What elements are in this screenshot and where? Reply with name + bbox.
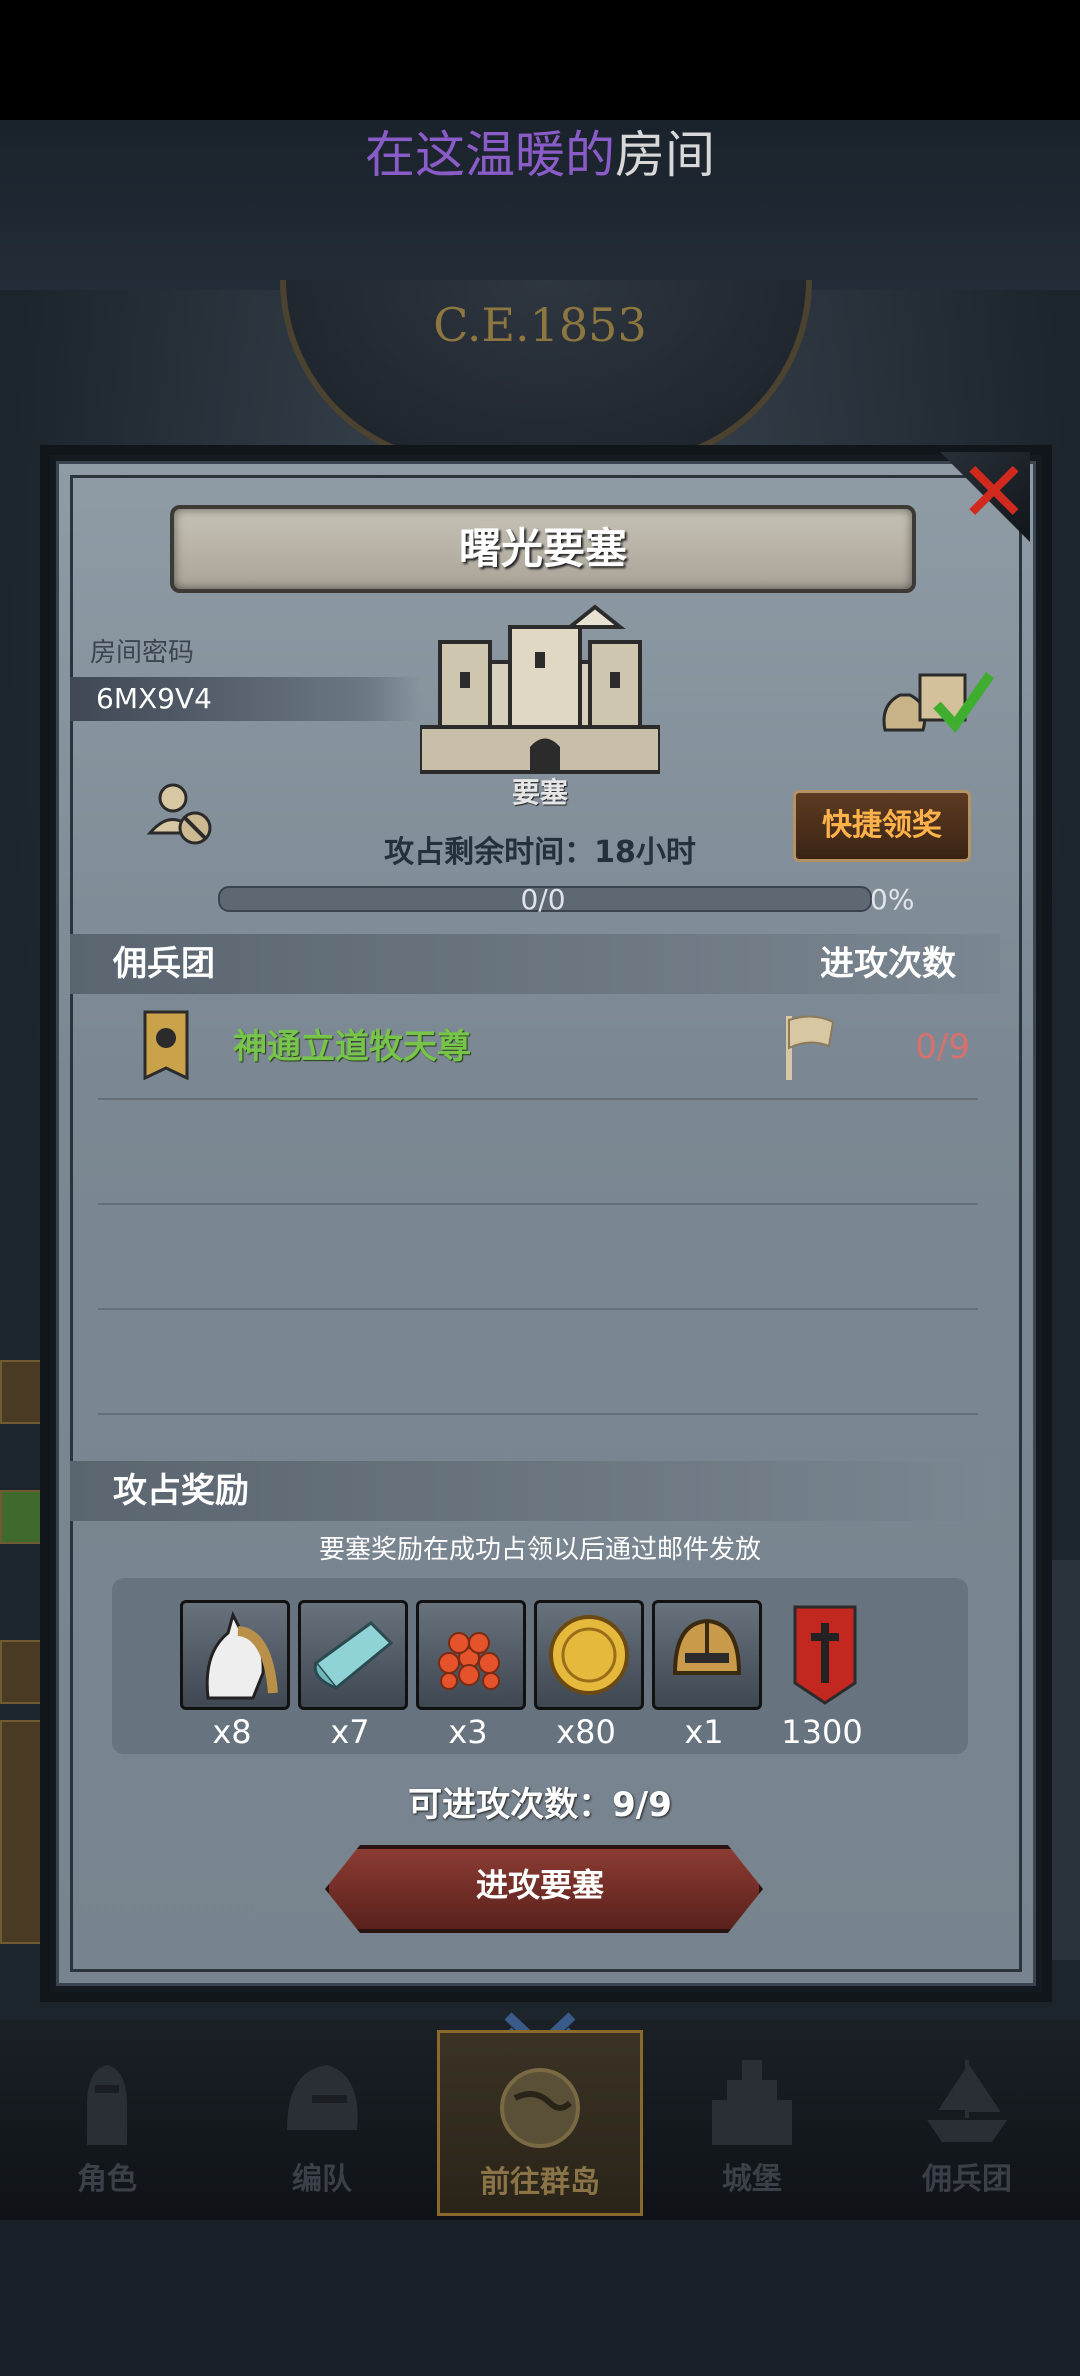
nav-item-islands[interactable]: 前往群岛 xyxy=(437,2030,643,2216)
nav-item-castle[interactable]: 城堡 xyxy=(652,2030,852,2210)
nav-item-formation[interactable]: 编队 xyxy=(222,2030,422,2210)
guild-name[interactable]: 神通立道牧天尊 xyxy=(233,1022,471,1072)
guild-banner-icon xyxy=(143,1010,189,1080)
room-code: 6MX9V4 xyxy=(96,682,212,715)
reward-note: 要塞奖励在成功占领以后通过邮件发放 xyxy=(318,1535,761,1565)
era-label: C.E.1853 xyxy=(433,298,647,352)
remaining-time: 攻占剩余时间：18小时 xyxy=(384,835,696,870)
nav-label: 角色 xyxy=(77,2162,137,2197)
dialog-title: 曙光要塞 xyxy=(458,524,627,573)
side-tab-left-panel[interactable] xyxy=(0,1720,48,1944)
attacks-remaining: 可进攻次数：9/9 xyxy=(408,1785,672,1825)
helmet-icon[interactable] xyxy=(652,1600,762,1710)
nav-item-guild[interactable]: 佣兵团 xyxy=(867,2030,1067,2210)
globe-icon xyxy=(500,2068,580,2148)
reward-qty: x8 xyxy=(212,1713,252,1751)
progress-count: 0/0 xyxy=(520,883,566,916)
berries-icon[interactable] xyxy=(416,1600,526,1710)
status-bar xyxy=(0,0,1080,120)
flag-icon xyxy=(786,1015,835,1080)
castle-icon xyxy=(712,2060,792,2145)
lyric-rest: 房间 xyxy=(615,126,715,184)
gesture-area xyxy=(0,2220,1080,2376)
row-divider xyxy=(98,1413,978,1415)
reward-qty: x3 xyxy=(448,1713,488,1751)
guild-attack-count: 0/9 xyxy=(915,1027,970,1067)
fortress-icon xyxy=(420,604,660,774)
gold-coin-icon[interactable] xyxy=(534,1600,644,1710)
reward-qty: x7 xyxy=(330,1713,370,1751)
nav-label: 佣兵团 xyxy=(922,2162,1012,2197)
rewards-section-title: 攻占奖励 xyxy=(113,1471,249,1511)
helmet-icon xyxy=(287,2065,358,2130)
attack-count-header: 进攻次数 xyxy=(820,944,956,984)
room-code-label: 房间密码 xyxy=(90,638,195,668)
cloth-icon[interactable] xyxy=(298,1600,408,1710)
knight-icon xyxy=(87,2065,127,2145)
reward-qty: 1300 xyxy=(781,1713,863,1751)
attack-fortress-button[interactable]: 进攻要塞 xyxy=(325,1845,755,1925)
fortress-type: 要塞 xyxy=(511,776,568,809)
side-panel-right xyxy=(1040,1560,1080,1960)
horse-icon[interactable] xyxy=(180,1600,290,1710)
row-divider xyxy=(98,1203,978,1205)
reward-qty: x80 xyxy=(556,1713,616,1751)
nav-label: 编队 xyxy=(292,2162,352,2197)
guild-section-title: 佣兵团 xyxy=(113,944,215,984)
nav-label: 城堡 xyxy=(722,2162,782,2197)
nav-item-character[interactable]: 角色 xyxy=(7,2030,207,2210)
side-tab-left[interactable] xyxy=(0,1360,48,1424)
lyric-text: 在这温暖的房间 xyxy=(0,120,1080,190)
ship-icon xyxy=(927,2058,1007,2142)
close-icon[interactable]: ✕ xyxy=(954,450,1034,534)
reward-qty: x1 xyxy=(684,1713,724,1751)
side-tab-left-target[interactable] xyxy=(0,1640,48,1704)
lyric-highlight: 在这温暖的 xyxy=(365,126,615,184)
row-divider xyxy=(98,1308,978,1310)
row-divider xyxy=(98,1098,978,1100)
nav-label: 前往群岛 xyxy=(480,2165,600,2200)
loot-claimed-icon[interactable] xyxy=(875,660,995,740)
guild-banner-icon[interactable] xyxy=(770,1600,880,1710)
progress-percent: 0% xyxy=(870,883,915,916)
